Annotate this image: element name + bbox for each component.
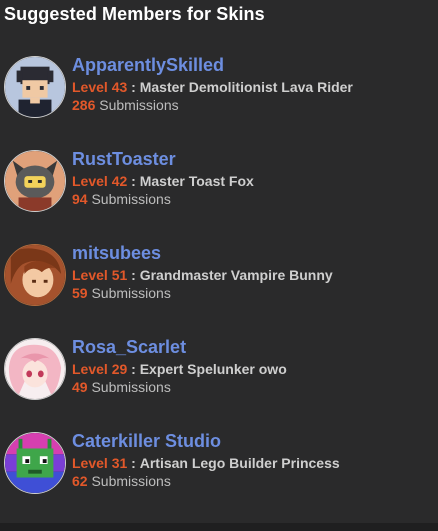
member-level-line: Level 43 : Master Demolitionist Lava Rid… [72, 79, 353, 95]
member-submissions: 94 Submissions [72, 191, 171, 207]
member-rank: Master Demolitionist Lava Rider [139, 79, 353, 95]
member-row: RustToaster Level 42 : Master Toast Fox … [4, 149, 434, 212]
submissions-count: 49 [72, 379, 88, 395]
member-level: Level 51 [72, 267, 128, 283]
member-level-line: Level 29 : Expert Spelunker owo [72, 361, 287, 377]
bottom-divider [0, 523, 438, 531]
submissions-count: 286 [72, 97, 96, 113]
submissions-count: 94 [72, 191, 88, 207]
level-separator: : [131, 267, 136, 283]
member-level: Level 29 [72, 361, 128, 377]
member-level: Level 42 [72, 173, 128, 189]
pixel-cat-avatar-icon[interactable] [4, 432, 66, 494]
member-submissions: 286 Submissions [72, 97, 179, 113]
member-level-line: Level 31 : Artisan Lego Builder Princess [72, 455, 340, 471]
member-row: ApparentlySkilled Level 43 : Master Demo… [4, 55, 434, 118]
member-submissions: 62 Submissions [72, 473, 171, 489]
member-row: Rosa_Scarlet Level 29 : Expert Spelunker… [4, 337, 434, 400]
member-username[interactable]: Rosa_Scarlet [72, 337, 186, 358]
member-username[interactable]: mitsubees [72, 243, 161, 264]
submissions-label: Submissions [91, 191, 171, 207]
member-rank: Expert Spelunker owo [139, 361, 287, 377]
member-rank: Artisan Lego Builder Princess [139, 455, 340, 471]
level-separator: : [131, 361, 136, 377]
submissions-label: Submissions [91, 379, 171, 395]
member-submissions: 49 Submissions [72, 379, 171, 395]
member-level: Level 31 [72, 455, 128, 471]
section-title: Suggested Members for Skins [4, 4, 265, 24]
member-level: Level 43 [72, 79, 128, 95]
submissions-label: Submissions [91, 285, 171, 301]
member-rank: Grandmaster Vampire Bunny [139, 267, 333, 283]
pink-hair-girl-avatar-icon[interactable] [4, 338, 66, 400]
level-separator: : [131, 173, 136, 189]
member-username[interactable]: ApparentlySkilled [72, 55, 224, 76]
submissions-label: Submissions [91, 473, 171, 489]
robot-fox-avatar-icon[interactable] [4, 150, 66, 212]
member-level-line: Level 51 : Grandmaster Vampire Bunny [72, 267, 333, 283]
member-username[interactable]: Caterkiller Studio [72, 431, 221, 452]
member-username[interactable]: RustToaster [72, 149, 176, 170]
level-separator: : [131, 79, 136, 95]
pixel-boy-avatar-icon[interactable] [4, 56, 66, 118]
member-submissions: 59 Submissions [72, 285, 171, 301]
member-rank: Master Toast Fox [139, 173, 254, 189]
level-separator: : [131, 455, 136, 471]
member-row: Caterkiller Studio Level 31 : Artisan Le… [4, 431, 434, 494]
anime-girl-avatar-icon[interactable] [4, 244, 66, 306]
submissions-count: 62 [72, 473, 88, 489]
member-row: mitsubees Level 51 : Grandmaster Vampire… [4, 243, 434, 306]
submissions-label: Submissions [99, 97, 179, 113]
member-level-line: Level 42 : Master Toast Fox [72, 173, 254, 189]
suggested-members-panel: Suggested Members for Skins ApparentlySk… [0, 0, 438, 531]
submissions-count: 59 [72, 285, 88, 301]
